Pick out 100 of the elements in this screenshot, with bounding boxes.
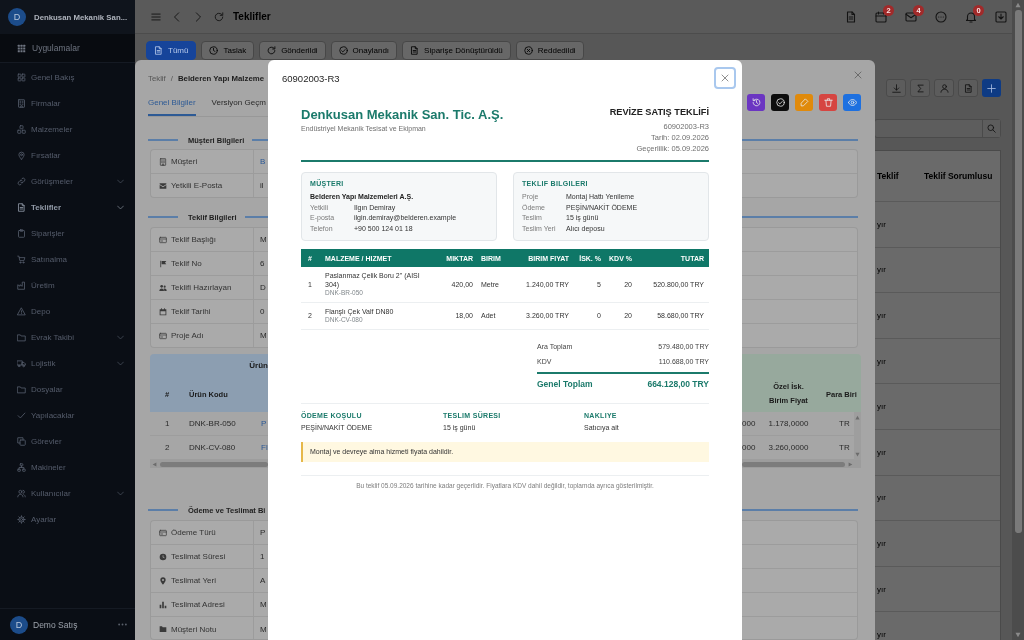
product-link[interactable]: Fl	[261, 443, 268, 452]
cubes-icon	[17, 124, 26, 134]
scroll-up-icon[interactable]	[855, 415, 860, 420]
sidebar-item[interactable]: Ayarlar	[0, 506, 135, 532]
scroll-right-icon[interactable]	[848, 461, 853, 467]
sidebar-item[interactable]: Kullanıcılar	[0, 480, 135, 506]
reload-icon[interactable]	[214, 11, 224, 22]
download-icon	[891, 83, 901, 93]
scroll-down-icon[interactable]	[855, 452, 860, 457]
apps-grid-icon	[17, 43, 26, 53]
field-value: M	[260, 331, 267, 340]
apps-menu-item[interactable]: Uygulamalar	[0, 34, 135, 63]
chevron-left-icon[interactable]	[172, 11, 182, 22]
document-icon	[410, 46, 420, 55]
sidebar-item[interactable]: Dosyalar	[0, 376, 135, 402]
toolbar-button[interactable]	[910, 79, 930, 97]
history-button[interactable]	[747, 94, 765, 111]
sidebar-item[interactable]: Makineler	[0, 454, 135, 480]
edit-button[interactable]	[795, 94, 813, 111]
field-label: Müşteri Notu	[171, 624, 217, 634]
tab[interactable]: Genel Bilgiler	[148, 95, 196, 116]
sidebar-item[interactable]: Görevler	[0, 428, 135, 454]
chevron-right-icon[interactable]	[193, 11, 203, 22]
sidebar-item[interactable]: Firmalar	[0, 90, 135, 116]
field-value: M	[260, 624, 267, 634]
chat-icon[interactable]	[935, 10, 947, 23]
status-tab[interactable]: Reddedildi	[515, 41, 584, 60]
document-icon	[154, 46, 163, 55]
sidebar-item[interactable]: Fırsatlar	[0, 142, 135, 168]
status-tab[interactable]: Gönderildi	[259, 41, 326, 60]
field-label: Teklif Başlığı	[171, 235, 216, 244]
check-circle-icon	[775, 98, 785, 107]
sidebar-item[interactable]: Genel Bakış	[0, 64, 135, 90]
users-icon	[159, 283, 167, 292]
scroll-down-icon[interactable]	[1015, 632, 1021, 638]
total-label: Genel Toplam	[537, 377, 593, 391]
sidebar-item[interactable]: Görüşmeler	[0, 168, 135, 194]
sidebar-item[interactable]: Satınalma	[0, 246, 135, 272]
menu-icon[interactable]	[151, 11, 161, 22]
tab[interactable]: Versiyon Geçm	[211, 95, 266, 116]
scrollbar-thumb[interactable]	[742, 461, 845, 467]
search-button[interactable]	[982, 120, 1000, 137]
scrollbar-thumb[interactable]	[1014, 10, 1022, 533]
sidebar-item[interactable]: Teklifler	[0, 194, 135, 220]
toolbar-button[interactable]	[886, 79, 906, 97]
view-button[interactable]	[843, 94, 861, 111]
status-tab[interactable]: Taslak	[201, 41, 255, 60]
clock-icon	[159, 552, 167, 561]
sidebar-item[interactable]: Depo	[0, 298, 135, 324]
field-value: M	[260, 235, 267, 244]
search-field[interactable]	[874, 119, 1001, 138]
grid-icon	[17, 72, 26, 82]
table-cell-text: yır	[877, 311, 887, 320]
sidebar-item[interactable]: Üretim	[0, 272, 135, 298]
document-icon[interactable]	[845, 10, 857, 23]
column-header: Teklif	[877, 171, 900, 181]
status-tab[interactable]: Onaylandı	[330, 41, 398, 60]
table-cell-text: 3.260,0000	[767, 443, 810, 452]
table-cell-text: yır	[877, 219, 887, 229]
table-cell-text: yır	[877, 493, 887, 503]
sidebar-item[interactable]: Evrak Takibi	[0, 324, 135, 350]
table-cell-text: 1	[164, 419, 171, 428]
column-header: Teklif Sorumlusu	[924, 171, 994, 181]
cart-icon	[17, 254, 26, 264]
calendar-icon	[159, 307, 167, 316]
field-link[interactable]: B	[260, 157, 266, 166]
table-cell-text: 1.178,0000	[767, 419, 810, 428]
sidebar-item[interactable]: Lojistik	[0, 350, 135, 376]
scroll-up-icon[interactable]	[1015, 2, 1021, 8]
close-icon	[721, 74, 729, 82]
delete-button[interactable]	[819, 94, 837, 111]
table-cell-text: yır	[877, 584, 887, 594]
sidebar-item[interactable]: Siparişler	[0, 220, 135, 246]
document-icon	[17, 202, 26, 212]
field-label: Teslimat Süresi	[171, 552, 226, 561]
toolbar-button[interactable]	[958, 79, 978, 97]
sidebar-item[interactable]: Yapılacaklar	[0, 402, 135, 428]
add-button[interactable]	[982, 79, 1001, 97]
table-cell-text: yır	[877, 265, 887, 275]
status-tab[interactable]: Siparişe Dönüştürüldü	[402, 41, 511, 60]
close-button[interactable]	[714, 67, 736, 89]
download-box-icon[interactable]	[995, 10, 1007, 23]
sidebar-item[interactable]: Malzemeler	[0, 116, 135, 142]
chevron-down-icon	[117, 177, 124, 185]
table-cell-text: yır	[877, 356, 887, 366]
toolbar-button[interactable]	[934, 79, 954, 97]
mail-icon[interactable]	[905, 10, 917, 23]
user-icon	[939, 83, 949, 93]
field-label: Yetkili E-Posta	[171, 181, 223, 190]
bell-icon[interactable]	[965, 10, 977, 23]
calendar-icon[interactable]	[875, 10, 887, 23]
approve-button[interactable]	[771, 94, 789, 111]
product-link[interactable]: P	[261, 419, 268, 428]
status-tab[interactable]: Tümü	[146, 41, 197, 60]
field-label: Teslimat Yeri	[171, 576, 216, 585]
scroll-left-icon[interactable]	[152, 461, 157, 467]
scrollbar-thumb[interactable]	[160, 461, 268, 467]
avatar: D	[8, 8, 26, 26]
bar-chart-icon	[159, 600, 167, 609]
table-cell-text: 2	[164, 443, 171, 452]
